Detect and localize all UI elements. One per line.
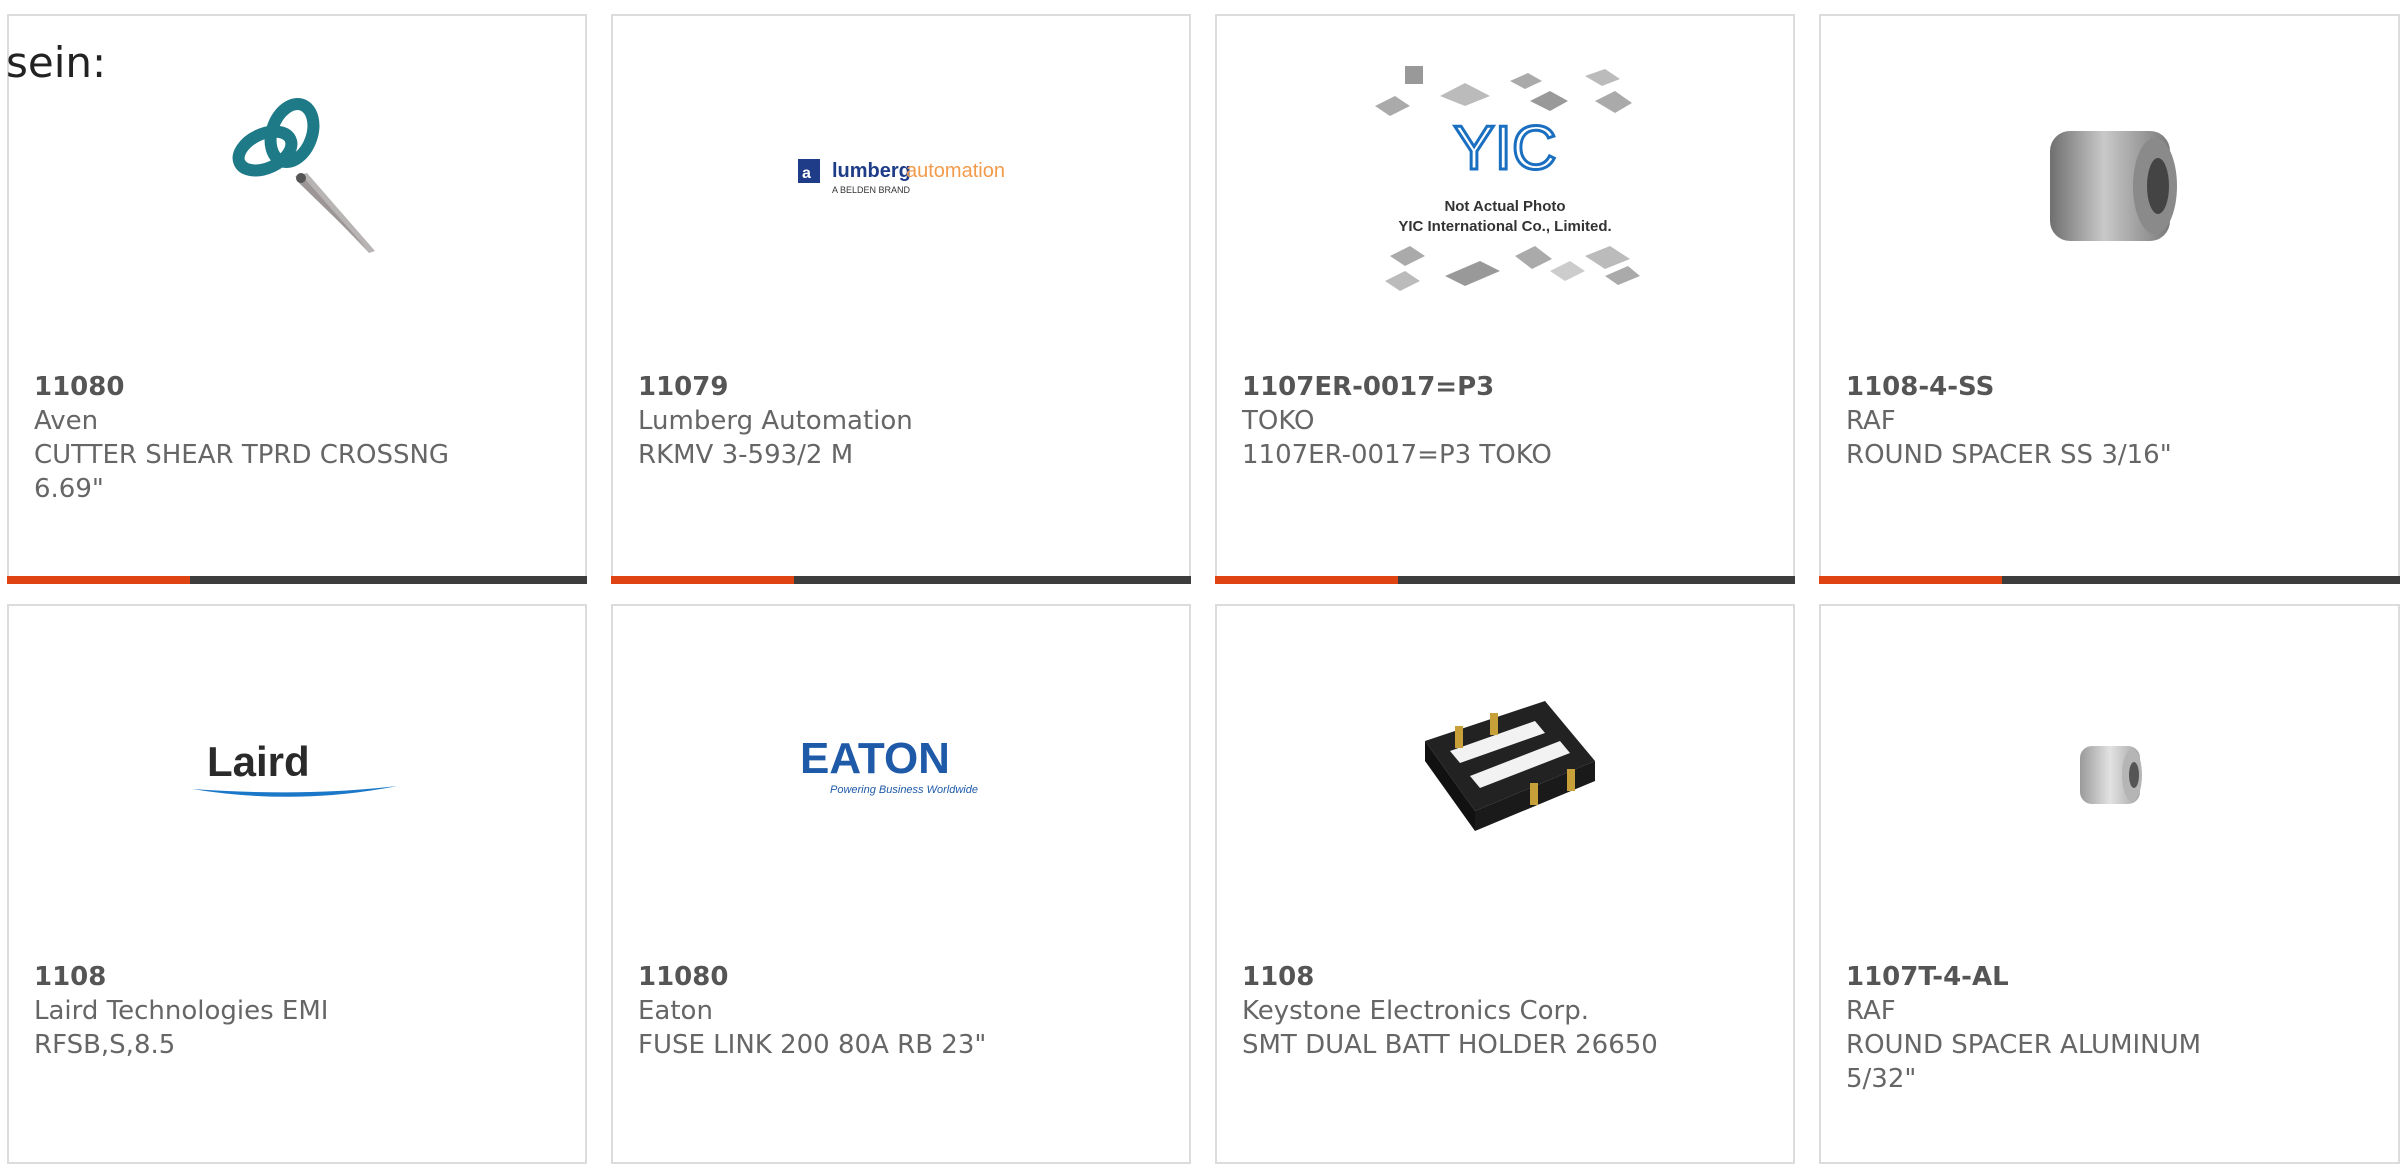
battery-holder-icon bbox=[1425, 701, 1595, 831]
part-number[interactable]: 11080 bbox=[638, 960, 1169, 994]
description: ROUND SPACER ALUMINUM bbox=[1846, 1030, 2202, 1060]
description: RFSB,S,8.5 bbox=[34, 1030, 176, 1060]
product-card[interactable]: 1107T-4-AL RAF ROUND SPACER ALUMINUM 5/3… bbox=[1819, 604, 2400, 1164]
description: 6.69" bbox=[34, 474, 104, 504]
part-number[interactable]: 1108 bbox=[34, 960, 565, 994]
lumberg-logo: a lumberg automation A BELDEN BRAND bbox=[798, 159, 1005, 195]
part-number[interactable]: 1107ER-0017=P3 bbox=[1242, 370, 1773, 404]
product-card[interactable]: 11080 Aven CUTTER SHEAR TPRD CROSSNG 6.6… bbox=[7, 14, 587, 584]
scissors-icon bbox=[232, 97, 375, 253]
description: CUTTER SHEAR TPRD CROSSNG bbox=[34, 440, 450, 470]
card-bar bbox=[1819, 576, 2400, 584]
product-card[interactable]: EATON Powering Business Worldwide 11080 … bbox=[611, 604, 1191, 1164]
manufacturer: RAF bbox=[1846, 996, 1896, 1026]
manufacturer: Laird Technologies EMI bbox=[34, 996, 329, 1026]
product-image[interactable] bbox=[1821, 66, 2398, 296]
spacer-icon bbox=[2049, 131, 2177, 241]
manufacturer: RAF bbox=[1846, 406, 1896, 436]
svg-text:Laird: Laird bbox=[207, 738, 310, 785]
svg-text:Powering Business Worldwide: Powering Business Worldwide bbox=[830, 784, 978, 796]
manufacturer: Lumberg Automation bbox=[638, 406, 913, 436]
part-number[interactable]: 1107T-4-AL bbox=[1846, 960, 2378, 994]
svg-text:automation: automation bbox=[906, 160, 1005, 182]
manufacturer: TOKO bbox=[1242, 406, 1315, 436]
svg-text:a: a bbox=[802, 165, 811, 182]
product-card[interactable]: Laird 1108 Laird Technologies EMI RFSB,S… bbox=[7, 604, 587, 1164]
card-bar bbox=[7, 576, 587, 584]
laird-logo: Laird bbox=[192, 738, 397, 797]
product-image[interactable]: Laird bbox=[9, 656, 585, 886]
card-bar bbox=[611, 576, 1191, 584]
svg-text:Not Actual Photo: Not Actual Photo bbox=[1444, 198, 1565, 215]
description: 1107ER-0017=P3 TOKO bbox=[1242, 440, 1552, 470]
manufacturer: Eaton bbox=[638, 996, 713, 1026]
product-card[interactable]: YIC Not Actual Photo YIC International C… bbox=[1215, 14, 1795, 584]
yic-placeholder-image: YIC Not Actual Photo YIC International C… bbox=[1375, 66, 1640, 291]
description: 5/32" bbox=[1846, 1064, 1917, 1094]
card-bar bbox=[1215, 576, 1795, 584]
svg-text:YIC International Co., Limited: YIC International Co., Limited. bbox=[1398, 218, 1611, 235]
product-card[interactable]: 1108-4-SS RAF ROUND SPACER SS 3/16" bbox=[1819, 14, 2400, 584]
product-card[interactable]: a lumberg automation A BELDEN BRAND 1107… bbox=[611, 14, 1191, 584]
product-image[interactable]: YIC Not Actual Photo YIC International C… bbox=[1217, 66, 1793, 296]
svg-text:lumberg: lumberg bbox=[832, 160, 911, 182]
spacer-icon bbox=[2079, 746, 2142, 804]
product-image[interactable] bbox=[1217, 656, 1793, 886]
description: FUSE LINK 200 80A RB 23" bbox=[638, 1030, 987, 1060]
manufacturer: Keystone Electronics Corp. bbox=[1242, 996, 1590, 1026]
part-number[interactable]: 1108 bbox=[1242, 960, 1773, 994]
manufacturer: Aven bbox=[34, 406, 99, 436]
part-number[interactable]: 11079 bbox=[638, 370, 1169, 404]
product-image[interactable] bbox=[1821, 656, 2398, 886]
part-number[interactable]: 1108-4-SS bbox=[1846, 370, 2378, 404]
part-number[interactable]: 11080 bbox=[34, 370, 565, 404]
svg-text:YIC: YIC bbox=[1453, 114, 1556, 183]
product-card[interactable]: 1108 Keystone Electronics Corp. SMT DUAL… bbox=[1215, 604, 1795, 1164]
product-image[interactable]: EATON Powering Business Worldwide bbox=[613, 656, 1189, 886]
description: SMT DUAL BATT HOLDER 26650 bbox=[1242, 1030, 1658, 1060]
section-heading: sein: bbox=[6, 38, 107, 87]
description: ROUND SPACER SS 3/16" bbox=[1846, 440, 2172, 470]
eaton-logo: EATON Powering Business Worldwide bbox=[800, 734, 978, 796]
description: RKMV 3-593/2 M bbox=[638, 440, 854, 470]
svg-text:EATON: EATON bbox=[800, 734, 950, 783]
product-image[interactable] bbox=[9, 66, 585, 296]
product-image[interactable]: a lumberg automation A BELDEN BRAND bbox=[613, 66, 1189, 296]
svg-text:A BELDEN BRAND: A BELDEN BRAND bbox=[832, 185, 911, 195]
